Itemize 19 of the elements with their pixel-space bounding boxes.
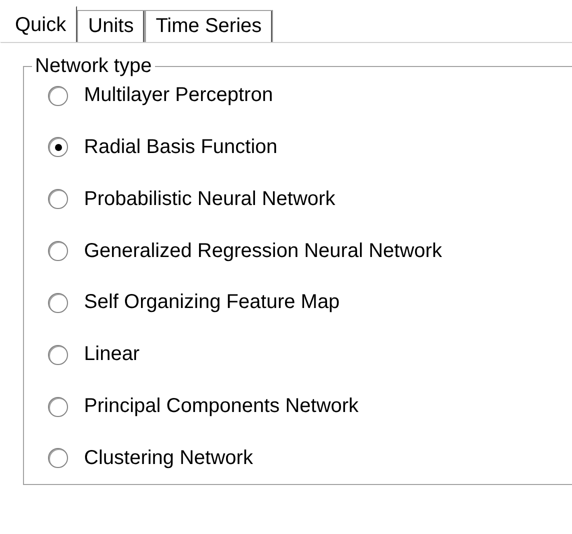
radio-button[interactable] (48, 292, 68, 313)
radio-option[interactable]: Principal Components Network (48, 395, 572, 418)
radio-option[interactable]: Radial Basis Function (48, 136, 572, 159)
radio-option[interactable]: Self Organizing Feature Map (48, 291, 572, 314)
radio-button[interactable] (48, 396, 68, 417)
radio-button[interactable] (48, 189, 68, 210)
radio-option[interactable]: Generalized Regression Neural Network (48, 240, 572, 263)
radio-button[interactable] (48, 448, 68, 468)
radio-option[interactable]: Multilayer Perceptron (48, 84, 572, 107)
group-title: Network type (34, 55, 153, 78)
radio-option[interactable]: Clustering Network (48, 446, 572, 470)
radio-button[interactable] (48, 344, 68, 365)
tab[interactable]: Units (77, 10, 145, 42)
radio-option[interactable]: Probabilistic Neural Network (48, 188, 572, 211)
tab[interactable]: Time Series (144, 10, 273, 42)
radio-button[interactable] (48, 137, 68, 158)
radio-button[interactable] (48, 86, 68, 106)
radio-option[interactable]: Linear (48, 343, 572, 366)
radio-button[interactable] (48, 241, 68, 262)
